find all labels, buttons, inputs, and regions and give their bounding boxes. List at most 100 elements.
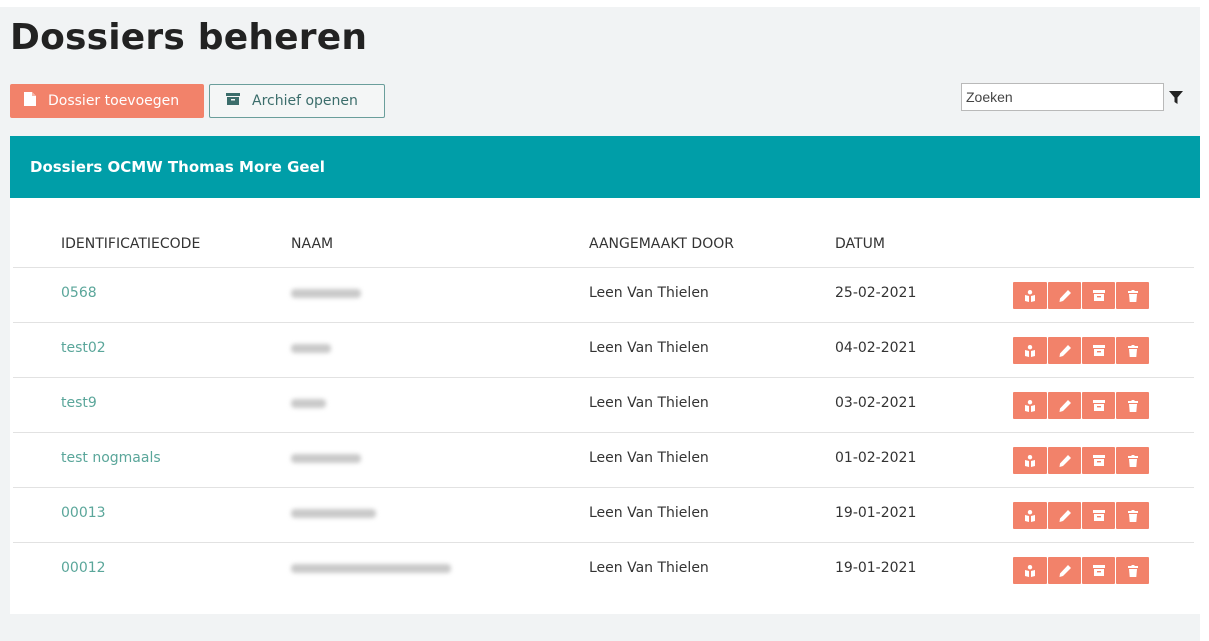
share-button[interactable] bbox=[1013, 557, 1047, 584]
pencil-icon bbox=[1059, 564, 1071, 577]
table-row: test9 Leen Van Thielen 03-02-2021 bbox=[13, 377, 1194, 432]
dossier-date: 03-02-2021 bbox=[835, 395, 917, 411]
created-by: Leen Van Thielen bbox=[589, 285, 709, 301]
delete-button[interactable] bbox=[1116, 282, 1149, 309]
edit-button[interactable] bbox=[1048, 392, 1081, 419]
edit-button[interactable] bbox=[1048, 337, 1081, 364]
open-archive-button[interactable]: Archief openen bbox=[209, 84, 385, 118]
pencil-icon bbox=[1059, 454, 1071, 467]
archive-icon bbox=[1092, 565, 1105, 576]
share-button[interactable] bbox=[1013, 447, 1047, 474]
dossier-date: 25-02-2021 bbox=[835, 285, 917, 301]
dossier-code-link[interactable]: test02 bbox=[61, 340, 106, 356]
filter-icon[interactable] bbox=[1169, 90, 1183, 109]
edit-button[interactable] bbox=[1048, 282, 1081, 309]
trash-icon bbox=[1127, 564, 1138, 577]
dossier-date: 01-02-2021 bbox=[835, 450, 917, 466]
search-input[interactable] bbox=[961, 83, 1164, 111]
column-header-date: DATUM bbox=[835, 236, 885, 252]
dossier-name-redacted bbox=[291, 505, 376, 522]
delete-button[interactable] bbox=[1116, 392, 1149, 419]
edit-button[interactable] bbox=[1048, 557, 1081, 584]
created-by: Leen Van Thielen bbox=[589, 450, 709, 466]
delete-button[interactable] bbox=[1116, 337, 1149, 364]
dossier-date: 04-02-2021 bbox=[835, 340, 917, 356]
row-actions bbox=[1013, 557, 1149, 584]
archive-icon bbox=[1092, 455, 1105, 466]
table-row: 0568 Leen Van Thielen 25-02-2021 bbox=[13, 267, 1194, 322]
edit-button[interactable] bbox=[1048, 502, 1081, 529]
dossier-code-link[interactable]: 00013 bbox=[61, 505, 106, 521]
dossier-code-link[interactable]: test nogmaals bbox=[61, 450, 161, 466]
pencil-icon bbox=[1059, 509, 1071, 522]
archive-icon bbox=[1092, 510, 1105, 521]
trash-icon bbox=[1127, 399, 1138, 412]
dossier-name-redacted bbox=[291, 340, 331, 357]
column-header-name: NAAM bbox=[291, 236, 334, 252]
dossier-code-link[interactable]: 00012 bbox=[61, 560, 106, 576]
share-icon bbox=[1023, 564, 1037, 577]
table-row: 00012 Leen Van Thielen 19-01-2021 bbox=[13, 542, 1194, 597]
created-by: Leen Van Thielen bbox=[589, 395, 709, 411]
created-by: Leen Van Thielen bbox=[589, 505, 709, 521]
row-actions bbox=[1013, 337, 1149, 364]
share-icon bbox=[1023, 289, 1037, 302]
row-actions bbox=[1013, 392, 1149, 419]
table-body: 0568 Leen Van Thielen 25-02-2021 test02 Leen… bbox=[13, 267, 1194, 597]
share-button[interactable] bbox=[1013, 502, 1047, 529]
dossier-date: 19-01-2021 bbox=[835, 560, 917, 576]
archive-button[interactable] bbox=[1082, 502, 1115, 529]
created-by: Leen Van Thielen bbox=[589, 340, 709, 356]
add-dossier-label: Dossier toevoegen bbox=[48, 93, 180, 109]
dossier-name-redacted bbox=[291, 395, 326, 412]
share-icon bbox=[1023, 509, 1037, 522]
table-row: test nogmaals Leen Van Thielen 01-02-2021 bbox=[13, 432, 1194, 487]
add-dossier-button[interactable]: Dossier toevoegen bbox=[10, 84, 204, 118]
edit-button[interactable] bbox=[1048, 447, 1081, 474]
pencil-icon bbox=[1059, 289, 1071, 302]
trash-icon bbox=[1127, 344, 1138, 357]
trash-icon bbox=[1127, 454, 1138, 467]
dossier-name-redacted bbox=[291, 285, 361, 302]
trash-icon bbox=[1127, 289, 1138, 302]
pencil-icon bbox=[1059, 344, 1071, 357]
page-background: Dossiers beheren Dossier toevoegen Archi… bbox=[0, 7, 1200, 641]
file-icon bbox=[24, 92, 36, 110]
panel-header: Dossiers OCMW Thomas More Geel bbox=[10, 136, 1200, 198]
delete-button[interactable] bbox=[1116, 447, 1149, 474]
open-archive-label: Archief openen bbox=[252, 93, 358, 109]
row-actions bbox=[1013, 282, 1149, 309]
page-title: Dossiers beheren bbox=[10, 17, 368, 58]
dossier-code-link[interactable]: test9 bbox=[61, 395, 97, 411]
table-row: test02 Leen Van Thielen 04-02-2021 bbox=[13, 322, 1194, 377]
share-icon bbox=[1023, 344, 1037, 357]
dossier-name-redacted bbox=[291, 560, 451, 577]
column-header-code: IDENTIFICATIECODE bbox=[61, 236, 201, 252]
dossiers-panel: Dossiers OCMW Thomas More Geel IDENTIFIC… bbox=[10, 136, 1200, 614]
created-by: Leen Van Thielen bbox=[589, 560, 709, 576]
archive-button[interactable] bbox=[1082, 337, 1115, 364]
trash-icon bbox=[1127, 509, 1138, 522]
dossier-date: 19-01-2021 bbox=[835, 505, 917, 521]
delete-button[interactable] bbox=[1116, 557, 1149, 584]
row-actions bbox=[1013, 502, 1149, 529]
column-header-created-by: AANGEMAAKT DOOR bbox=[589, 236, 734, 252]
delete-button[interactable] bbox=[1116, 502, 1149, 529]
pencil-icon bbox=[1059, 399, 1071, 412]
share-button[interactable] bbox=[1013, 337, 1047, 364]
share-button[interactable] bbox=[1013, 392, 1047, 419]
dossier-code-link[interactable]: 0568 bbox=[61, 285, 97, 301]
archive-button[interactable] bbox=[1082, 447, 1115, 474]
archive-button[interactable] bbox=[1082, 392, 1115, 419]
row-actions bbox=[1013, 447, 1149, 474]
archive-box-icon bbox=[226, 93, 240, 109]
share-icon bbox=[1023, 454, 1037, 467]
archive-button[interactable] bbox=[1082, 282, 1115, 309]
share-button[interactable] bbox=[1013, 282, 1047, 309]
archive-icon bbox=[1092, 400, 1105, 411]
archive-icon bbox=[1092, 290, 1105, 301]
archive-icon bbox=[1092, 345, 1105, 356]
dossier-name-redacted bbox=[291, 450, 361, 467]
archive-button[interactable] bbox=[1082, 557, 1115, 584]
share-icon bbox=[1023, 399, 1037, 412]
